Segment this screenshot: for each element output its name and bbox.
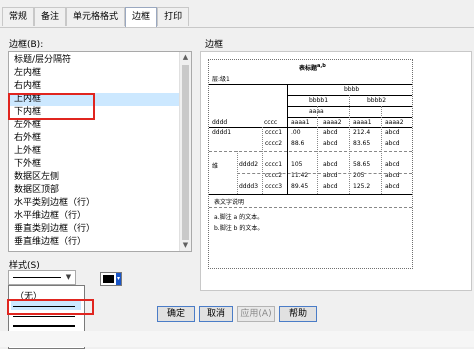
preview-cell: cccc1 — [265, 129, 283, 136]
tab-borders[interactable]: 边框 — [125, 7, 158, 27]
preview-cell: cccc1 — [265, 161, 283, 168]
preview-cell: abcd — [323, 140, 338, 147]
preview-cell: abcd — [323, 129, 338, 136]
selected-line-style — [13, 277, 61, 278]
preview-cell: cccc2 — [265, 140, 283, 147]
preview-col-bbbb1: bbbb1 — [309, 97, 329, 104]
style-option-thick[interactable] — [13, 325, 75, 327]
tab-cell-format[interactable]: 单元格格式 — [66, 7, 126, 26]
preview-label: 边框 — [205, 40, 224, 50]
border-item[interactable]: 水平维边框（行） — [9, 210, 179, 223]
preview-cell: 58.65 — [353, 161, 371, 168]
border-item[interactable]: 标题/层分隔符 — [9, 54, 179, 67]
border-item[interactable]: 上外框 — [9, 145, 179, 158]
scroll-thumb[interactable] — [182, 65, 189, 240]
bottom-strip — [0, 331, 474, 347]
border-item[interactable]: 右内框 — [9, 80, 179, 93]
tab-divider — [0, 27, 474, 28]
help-button[interactable]: 帮助 — [279, 306, 317, 322]
border-item[interactable]: 左外框 — [9, 119, 179, 132]
border-item[interactable]: 水平类别边框（行） — [9, 197, 179, 210]
preview-cell: abcd — [385, 161, 400, 168]
border-item[interactable]: 垂直类别边框（行） — [9, 223, 179, 236]
listbox-scrollbar[interactable]: ▲ ▼ — [179, 52, 191, 251]
highlight-annotation-box — [8, 93, 95, 120]
preview-head: aaaa2 — [385, 119, 404, 126]
preview-note-a: a.脚注 a 的文本。 — [214, 214, 264, 221]
color-dropdown-icon[interactable]: ▾ — [116, 273, 121, 285]
preview-row-dddd2: dddd2 — [239, 161, 259, 168]
preview-note-b: b.脚注 b 的文本。 — [214, 225, 264, 232]
preview-cell: 125.2 — [353, 183, 371, 190]
preview-cell: 88.6 — [291, 140, 305, 147]
tab-general[interactable]: 常规 — [2, 7, 35, 26]
preview-row-dddd1: dddd1 — [212, 129, 232, 136]
border-color-button[interactable]: ▾ — [100, 272, 122, 286]
border-list-label: 边框(B): — [9, 40, 44, 50]
preview-row-cccc: cccc — [264, 119, 278, 126]
scroll-down-icon[interactable]: ▼ — [180, 240, 191, 251]
style-option-medium[interactable] — [13, 316, 75, 317]
preview-cell: 83.65 — [353, 140, 371, 147]
preview-cell: cccc3 — [265, 183, 283, 190]
border-item[interactable]: 左内框 — [9, 67, 179, 80]
border-item[interactable]: 右外框 — [9, 132, 179, 145]
apply-button[interactable]: 应用(A) — [237, 306, 275, 322]
preview-cell: abcd — [323, 161, 338, 168]
preview-cell: abcd — [385, 183, 400, 190]
border-item[interactable]: 数据区左侧 — [9, 171, 179, 184]
border-listbox[interactable]: 标题/层分隔符 左内框 右内框 上内框 下内框 左外框 右外框 上外框 下外框 数据区左侧 数据区顶… — [8, 51, 192, 252]
border-preview-panel: 表标题a,b 层:级1 bbbb bbbb1 bbbb2 aaaa dddd c… — [200, 51, 472, 291]
preview-col-bbbb: bbbb — [344, 86, 360, 93]
preview-col-bbbb2: bbbb2 — [367, 97, 387, 104]
tab-bar: 常规 备注 单元格格式 边框 打印 — [2, 7, 190, 27]
preview-cell: abcd — [385, 129, 400, 136]
tab-print[interactable]: 打印 — [157, 7, 190, 26]
ok-button[interactable]: 确定 — [157, 306, 195, 322]
preview-cell: 212.4 — [353, 129, 371, 136]
tab-notes[interactable]: 备注 — [34, 7, 67, 26]
chevron-down-icon[interactable]: ▼ — [63, 272, 74, 283]
line-style-select[interactable]: ▼ — [8, 270, 76, 285]
cancel-button[interactable]: 取消 — [199, 306, 233, 322]
preview-cell: abcd — [323, 183, 338, 190]
preview-cell: 89.45 — [291, 183, 309, 190]
preview-note-title: 表文字说明 — [214, 199, 245, 206]
preview-layer: 层:级1 — [212, 76, 230, 83]
preview-head: aaaa1 — [353, 119, 372, 126]
preview-row-group: 维 — [212, 163, 219, 170]
preview-row-dddd: dddd — [212, 119, 228, 126]
preview-head: aaaa1 — [291, 119, 310, 126]
highlight-annotation-box-2 — [7, 299, 94, 315]
border-item[interactable]: 下外框 — [9, 158, 179, 171]
preview-title: 表标题a,b — [299, 63, 326, 72]
preview-head: aaaa2 — [323, 119, 342, 126]
preview-table: 表标题a,b 层:级1 bbbb bbbb1 bbbb2 aaaa dddd c… — [208, 59, 413, 269]
border-item[interactable]: 数据区顶部 — [9, 184, 179, 197]
color-swatch — [103, 275, 114, 283]
preview-row-dddd3: dddd3 — [239, 183, 259, 190]
preview-cell: 105 — [291, 161, 303, 168]
scroll-up-icon[interactable]: ▲ — [180, 52, 191, 63]
preview-cell: .00 — [291, 129, 301, 136]
preview-cell: abcd — [385, 140, 400, 147]
border-item[interactable]: 垂直维边框（行） — [9, 236, 179, 249]
